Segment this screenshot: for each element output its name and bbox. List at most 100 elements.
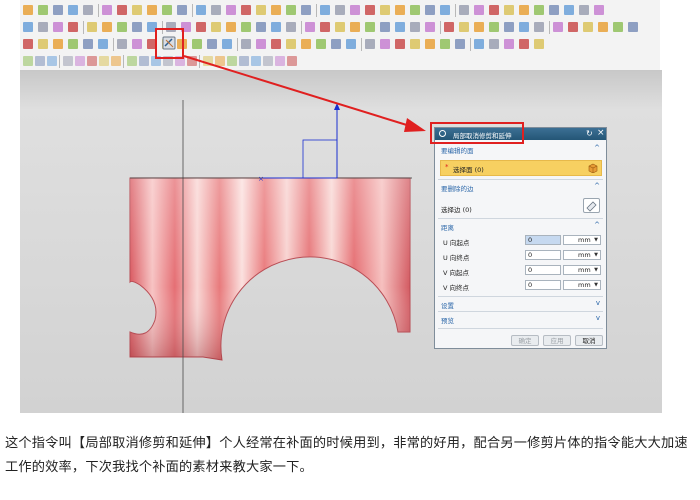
snap-icon[interactable] [35,56,45,66]
unit-select[interactable]: mm ▼ [563,265,601,275]
v-start-input[interactable]: 0 [525,265,561,275]
mirror-icon[interactable] [380,39,390,49]
blend-icon[interactable] [256,39,266,49]
offset-icon[interactable] [489,5,499,15]
revolve-icon[interactable] [305,22,315,32]
revolve-icon[interactable] [380,5,390,15]
blend-icon[interactable] [613,22,623,32]
pattern-icon[interactable] [241,5,251,15]
sketch-icon[interactable] [534,22,544,32]
untrim-extend-icon[interactable] [117,22,127,32]
chamfer-icon[interactable] [350,22,360,32]
trim-body-icon[interactable] [301,39,311,49]
shell-icon[interactable] [87,22,97,32]
section-edges-header[interactable]: 要删除的边 ^ [435,182,606,193]
untrim-extend-icon[interactable] [316,39,326,49]
apply-button[interactable]: 应用 [543,335,571,346]
pattern-icon[interactable] [365,39,375,49]
hole-icon[interactable] [320,22,330,32]
chamfer-icon[interactable] [68,22,78,32]
dimension-icon[interactable] [350,5,360,15]
extrude-icon[interactable] [111,56,121,66]
snap-icon[interactable] [263,56,273,66]
open-icon[interactable] [504,22,514,32]
pattern-icon[interactable] [444,22,454,32]
offset-icon[interactable] [53,39,63,49]
extrude-icon[interactable] [365,5,375,15]
scale-icon[interactable] [227,56,237,66]
scale-icon[interactable] [425,22,435,32]
pattern-icon[interactable] [239,56,249,66]
select-edge-button[interactable] [583,198,600,213]
reset-icon[interactable]: ↻ [586,129,593,138]
extrude-icon[interactable] [83,5,93,15]
blend-icon[interactable] [53,22,63,32]
section-settings-header[interactable]: 设置 v [435,299,606,310]
shell-icon[interactable] [365,22,375,32]
unit-select[interactable]: mm ▼ [563,280,601,290]
blend-icon[interactable] [335,22,345,32]
untrim-extend-icon[interactable] [196,5,206,15]
open-icon[interactable] [23,5,33,15]
hole-icon[interactable] [241,39,251,49]
extrude-icon[interactable] [286,22,296,32]
untrim-extend-icon[interactable] [38,39,48,49]
chamfer-icon[interactable] [628,22,638,32]
dimension-icon[interactable] [192,39,202,49]
hole-icon[interactable] [38,22,48,32]
trim-body-icon[interactable] [380,22,390,32]
save-icon[interactable] [38,5,48,15]
revolve-icon[interactable] [23,22,33,32]
revolve-icon[interactable] [222,39,232,49]
u-start-input[interactable]: 0 [525,235,561,245]
scale-icon[interactable] [346,39,356,49]
view-icon[interactable] [564,5,574,15]
untrim-extend-icon[interactable] [203,56,213,66]
revolve-icon[interactable] [102,5,112,15]
extrude-icon[interactable] [207,39,217,49]
mirror-icon[interactable] [98,39,108,49]
hole-icon[interactable] [139,56,149,66]
shell-icon[interactable] [286,39,296,49]
offset-icon[interactable] [215,56,225,66]
hole-icon[interactable] [117,5,127,15]
cancel-button[interactable]: 取消 [575,335,603,346]
save-icon[interactable] [440,39,450,49]
untrim-extend-icon[interactable] [474,5,484,15]
open-icon[interactable] [579,5,589,15]
trim-body-icon[interactable] [459,5,469,15]
close-icon[interactable]: × [597,128,605,138]
dimension-icon[interactable] [99,56,109,66]
open-icon[interactable] [301,5,311,15]
section-faces-header[interactable]: 要编辑的面 ^ [435,144,606,155]
shell-icon[interactable] [162,5,172,15]
trim-body-icon[interactable] [102,22,112,32]
blend-icon[interactable] [132,5,142,15]
save-icon[interactable] [519,22,529,32]
offset-icon[interactable] [132,22,142,32]
scale-icon[interactable] [68,39,78,49]
blend-icon[interactable] [534,39,544,49]
extrude-icon[interactable] [489,39,499,49]
v-end-input[interactable]: 0 [525,280,561,290]
highlighted-command-icon[interactable] [155,28,184,59]
view-icon[interactable] [47,56,57,66]
sketch-icon[interactable] [53,5,63,15]
view-icon[interactable] [275,56,285,66]
shell-icon[interactable] [440,5,450,15]
section-preview-header[interactable]: 预览 v [435,314,606,325]
unit-select[interactable]: mm ▼ [563,250,601,260]
sketch-icon[interactable] [256,22,266,32]
view-icon[interactable] [132,39,142,49]
mirror-icon[interactable] [459,22,469,32]
open-icon[interactable] [425,39,435,49]
mirror-icon[interactable] [256,5,266,15]
view-icon[interactable] [211,22,221,32]
snap-icon[interactable] [196,22,206,32]
extrude-icon[interactable] [568,22,578,32]
hole-icon[interactable] [395,5,405,15]
dimension-icon[interactable] [553,22,563,32]
chamfer-icon[interactable] [147,5,157,15]
select-edge-label[interactable]: 选择边 (0) [441,204,472,214]
open-icon[interactable] [226,22,236,32]
